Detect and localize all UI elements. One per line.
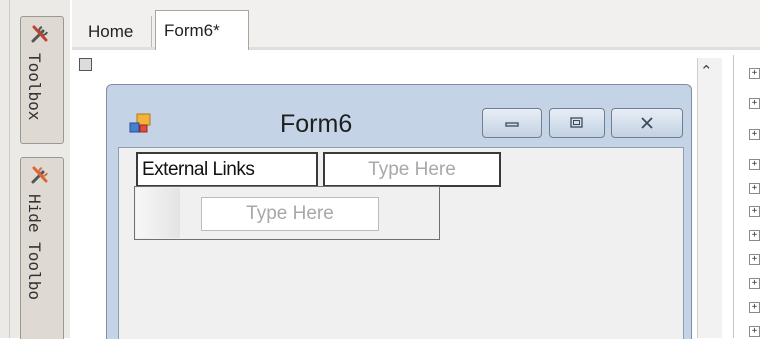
chevron-up-icon[interactable]: ⌃ (700, 62, 713, 80)
hide-toolbox-label: Hide Toolbo (25, 194, 44, 300)
vertical-scrollbar[interactable] (697, 58, 722, 338)
tab-form6-label: Form6* (164, 21, 220, 40)
toolbox-label: Toolbox (25, 53, 44, 121)
plus-box-icon[interactable]: + (749, 98, 760, 109)
selection-glyph-icon[interactable] (79, 58, 92, 71)
tab-home-label: Home (88, 21, 134, 41)
form-app-icon (129, 113, 151, 133)
toolbox-tab[interactable]: Toolbox (20, 16, 64, 144)
menu-type-here-placeholder: Type Here (368, 158, 456, 180)
plus-box-icon[interactable]: + (749, 302, 760, 313)
plus-box-icon[interactable]: + (749, 129, 760, 140)
menu-item-external-links[interactable]: External Links (136, 152, 318, 187)
plus-box-icon[interactable]: + (749, 230, 760, 241)
plus-box-icon[interactable]: + (749, 159, 760, 170)
maximize-button[interactable] (549, 108, 605, 138)
plus-box-icon[interactable]: + (749, 183, 760, 194)
tools-icon (31, 166, 48, 184)
submenu-image-margin (136, 188, 180, 238)
minimize-button[interactable] (482, 108, 542, 138)
tab-home[interactable]: Home (80, 16, 152, 47)
tools-icon (31, 25, 48, 43)
plus-box-icon[interactable]: + (749, 326, 760, 337)
plus-box-icon[interactable]: + (749, 254, 760, 265)
close-icon (641, 117, 653, 129)
submenu-type-here-input[interactable]: Type Here (201, 197, 379, 231)
plus-box-icon[interactable]: + (749, 68, 760, 79)
rail-divider (9, 0, 10, 338)
plus-box-icon[interactable]: + (749, 278, 760, 289)
minimize-icon (505, 122, 519, 127)
menu-item-label: External Links (142, 158, 255, 180)
tab-form6[interactable]: Form6* (155, 10, 249, 50)
submenu-type-here-placeholder: Type Here (246, 203, 334, 224)
form-title: Form6 (280, 110, 353, 138)
plus-box-icon[interactable]: + (749, 206, 760, 217)
hide-toolbox-tab[interactable]: Hide Toolbo (20, 157, 64, 339)
menu-type-here-input[interactable]: Type Here (323, 152, 501, 187)
maximize-icon (570, 117, 583, 128)
close-button[interactable] (611, 108, 683, 138)
